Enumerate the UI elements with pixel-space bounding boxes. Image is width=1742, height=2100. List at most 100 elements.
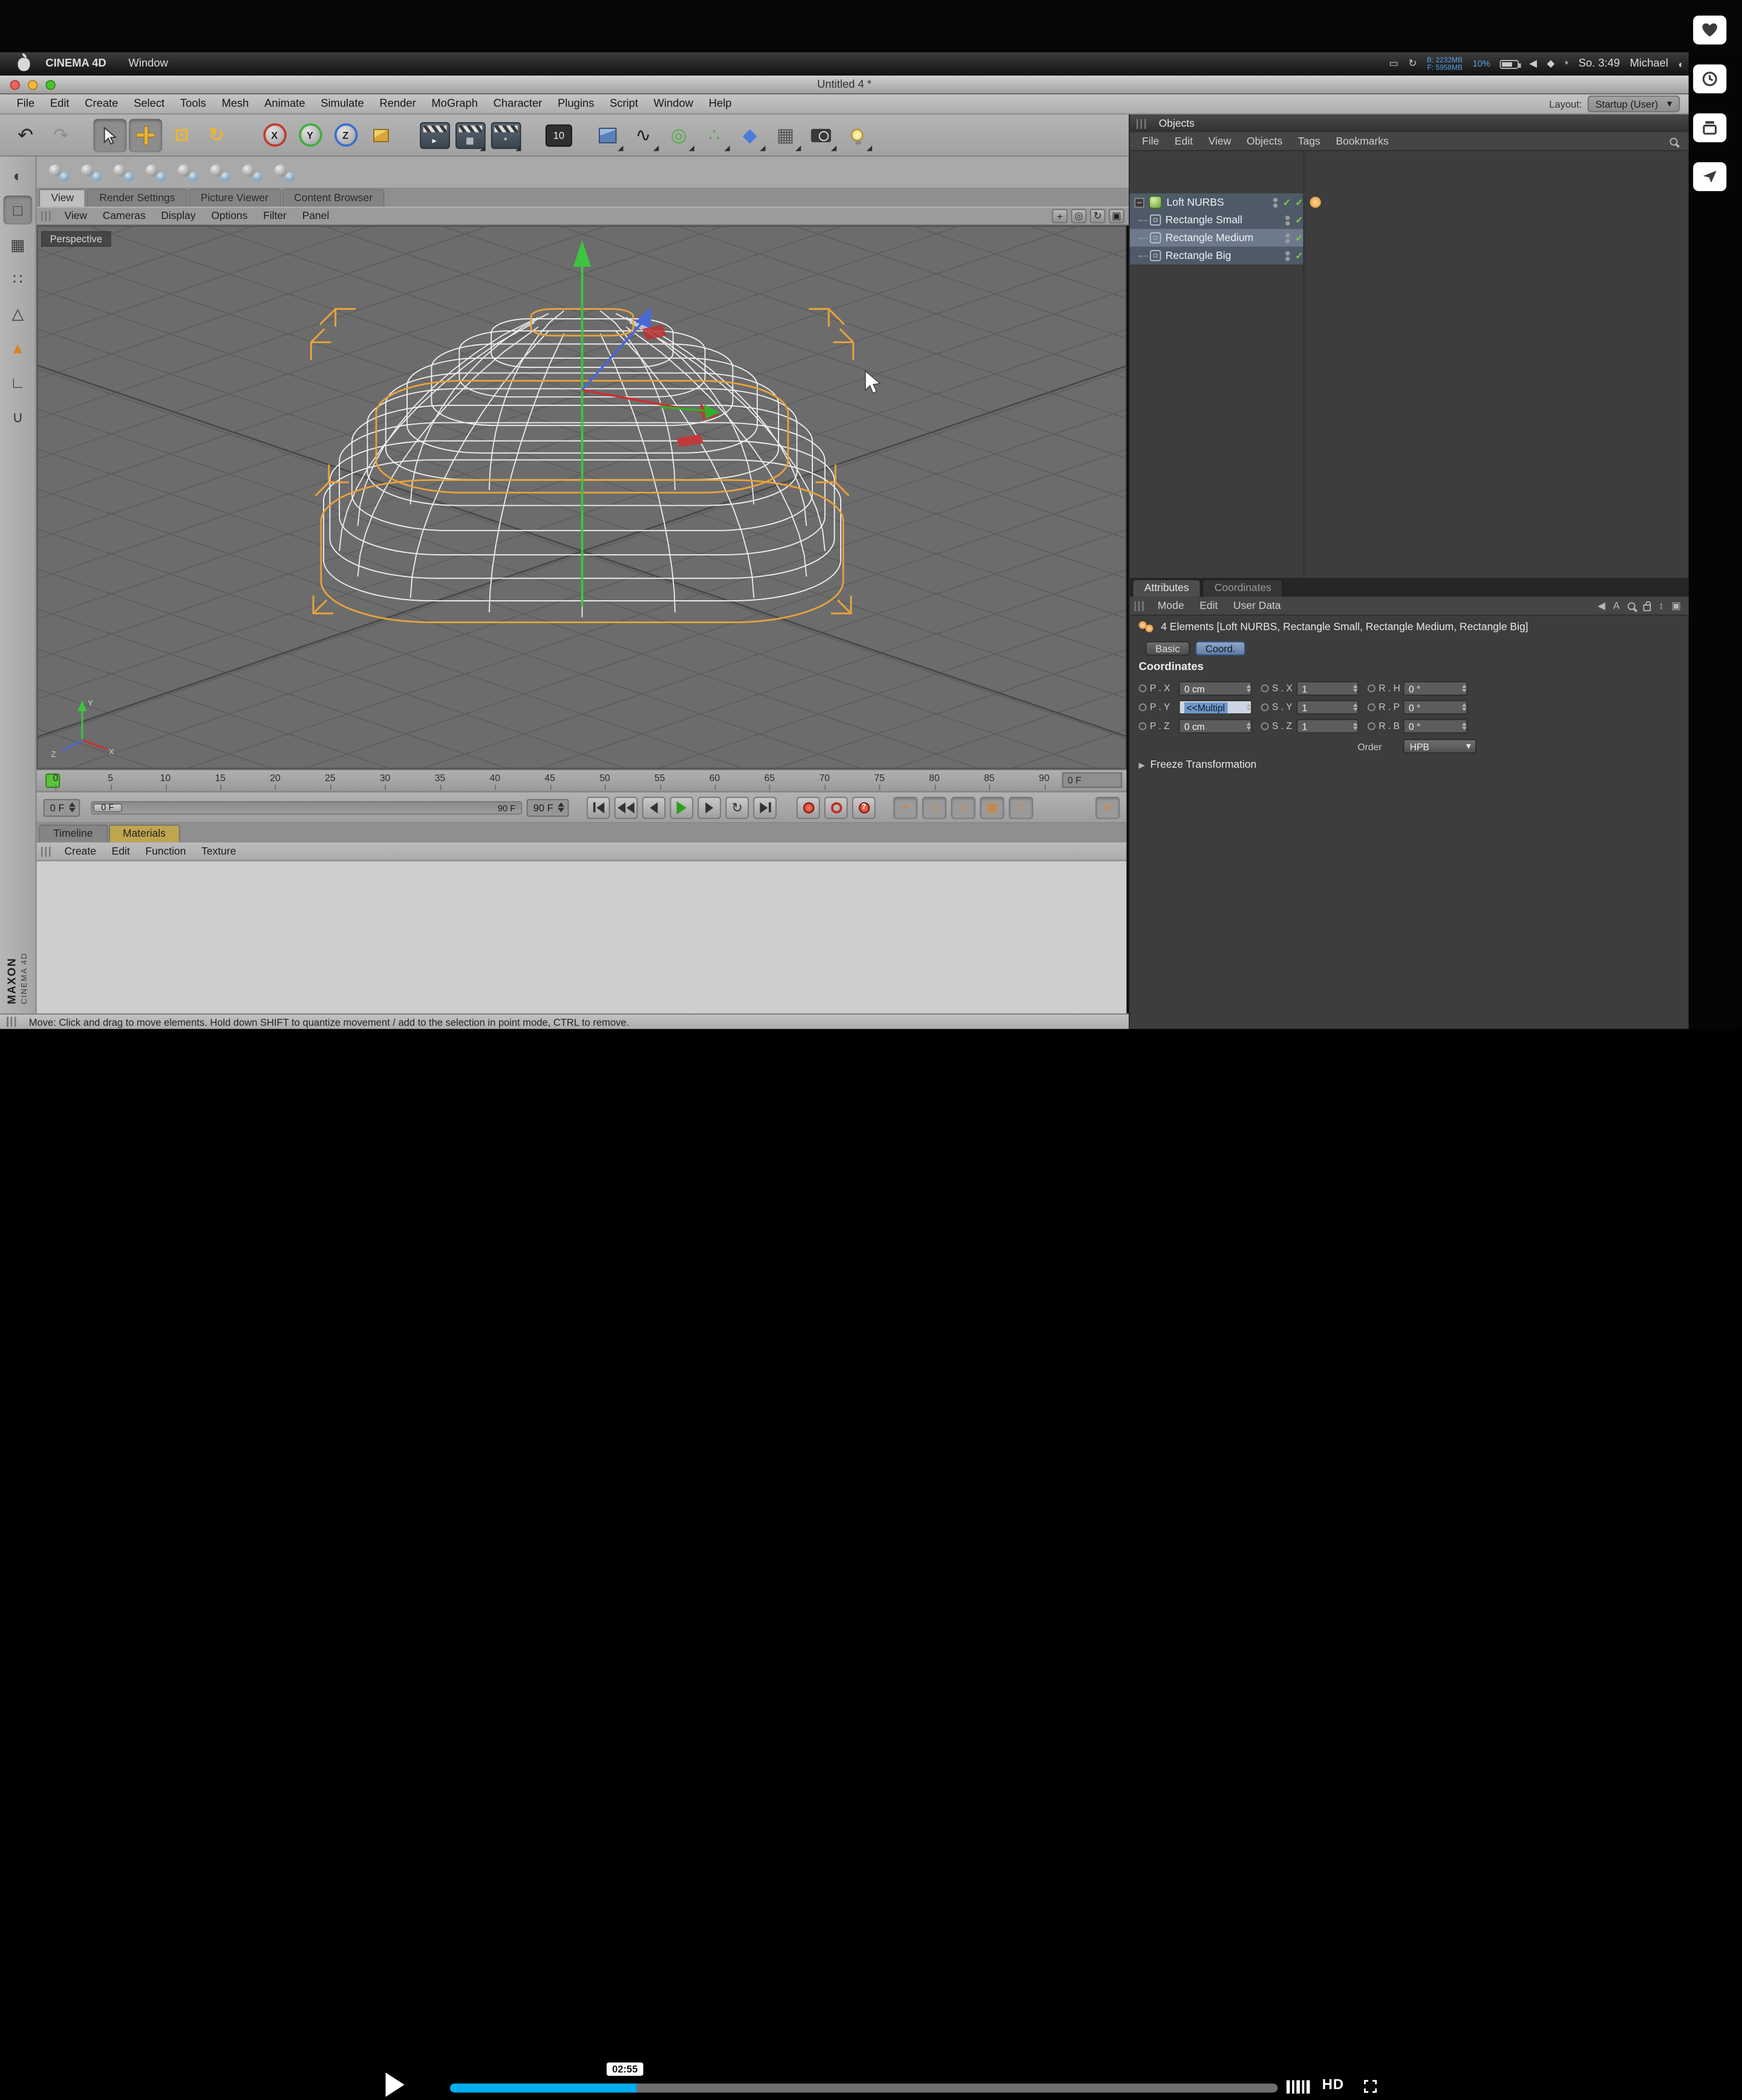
lock-icon[interactable] <box>1643 604 1651 610</box>
modeling-objects-icon[interactable]: ∴ <box>697 119 731 152</box>
enabled-check-icon[interactable]: ✓ <box>1283 196 1291 208</box>
object-name[interactable]: Rectangle Medium <box>1166 232 1254 244</box>
menu-mograph[interactable]: MoGraph <box>424 98 486 110</box>
materials-area[interactable] <box>37 861 1127 1013</box>
sy-field[interactable]: 1 <box>1296 700 1359 715</box>
order-dropdown[interactable]: HPB ▾ <box>1403 739 1476 753</box>
materials-menu-create[interactable]: Create <box>57 845 104 857</box>
menu-mesh[interactable]: Mesh <box>214 98 257 110</box>
play-video-button[interactable] <box>385 2073 404 2097</box>
pla-record-toggle[interactable]: ∷ <box>1009 796 1033 819</box>
menu-window[interactable]: Window <box>646 98 701 110</box>
display-icon[interactable]: ▭ <box>1389 58 1398 70</box>
attributes-menu-edit[interactable]: Edit <box>1192 600 1225 612</box>
rp-field[interactable]: 0 ° <box>1403 700 1468 715</box>
tag-icon[interactable] <box>1310 197 1321 208</box>
menu-help[interactable]: Help <box>701 98 740 110</box>
search-icon[interactable] <box>1628 602 1636 610</box>
objects-menu-file[interactable]: File <box>1134 135 1167 147</box>
object-name[interactable]: Rectangle Big <box>1166 249 1231 261</box>
light-icon[interactable] <box>840 119 873 152</box>
sphere-pair-icon-4[interactable] <box>142 160 169 184</box>
objects-menu-view[interactable]: View <box>1201 135 1239 147</box>
visibility-dots-icon[interactable] <box>1285 215 1290 225</box>
spotlight-icon[interactable]: * <box>1565 58 1568 69</box>
keyframe-selection-button[interactable]: ? <box>852 796 876 819</box>
menu-create[interactable]: Create <box>77 98 126 110</box>
updown-icon[interactable]: ↕ <box>1659 600 1663 611</box>
coordinate-system-icon[interactable] <box>364 119 397 152</box>
rotate-view-icon[interactable]: ↻ <box>1090 209 1106 223</box>
rotate-icon[interactable]: ↻ <box>200 119 233 152</box>
lock-y-icon[interactable]: Y <box>293 119 327 152</box>
render-picture-viewer-button[interactable]: ▦ <box>453 119 486 152</box>
tab-render-settings[interactable]: Render Settings <box>87 189 188 206</box>
lock-z-icon[interactable]: Z <box>329 119 362 152</box>
basic-button[interactable]: Basic <box>1146 641 1190 656</box>
apple-menu-icon[interactable] <box>18 57 30 71</box>
menubar-clock[interactable]: So. 3:49 <box>1579 58 1620 70</box>
search-icon[interactable] <box>1670 137 1678 145</box>
convert-icon[interactable]: ◐ <box>4 161 33 190</box>
sphere-pair-icon-1[interactable] <box>45 160 72 184</box>
deformer-icon[interactable]: ◆ <box>733 119 766 152</box>
menu-render[interactable]: Render <box>372 98 424 110</box>
volume-icon[interactable] <box>1287 2080 1310 2093</box>
grip-icon[interactable] <box>41 846 52 857</box>
environment-icon[interactable]: ▦ <box>769 119 802 152</box>
sphere-pair-icon-6[interactable] <box>207 160 233 184</box>
timeline-options-button[interactable]: ≡ <box>1095 796 1120 819</box>
render-settings-button[interactable]: * <box>489 119 522 152</box>
timeline-ruler[interactable]: 0 F 051015202530354045505560657075808590 <box>37 769 1127 791</box>
sphere-pair-icon-7[interactable] <box>239 160 266 184</box>
freeze-transformation-header[interactable]: ▶ Freeze Transformation <box>1130 759 1256 771</box>
scale-icon[interactable] <box>165 119 198 152</box>
parameter-record-toggle[interactable]: ▦ <box>980 796 1004 819</box>
zoom-view-icon[interactable]: ◎ <box>1071 209 1087 223</box>
px-field[interactable]: 0 cm <box>1179 681 1252 696</box>
coordinate-manager-icon[interactable]: 10 <box>542 119 575 152</box>
menu-plugins[interactable]: Plugins <box>550 98 602 110</box>
record-keyframe-button[interactable] <box>797 796 820 819</box>
end-frame-field[interactable]: 90 F <box>527 799 569 816</box>
loop-button[interactable]: ↻ <box>725 796 749 819</box>
autokeying-button[interactable] <box>824 796 848 819</box>
tree-row-loft-nurbs[interactable]: − Loft NURBS ✓ ✓ <box>1130 194 1303 211</box>
toggle-views-icon[interactable]: ▣ <box>1109 209 1124 223</box>
sz-field[interactable]: 1 <box>1296 719 1359 733</box>
visibility-dots-icon[interactable] <box>1273 197 1277 208</box>
viewport-menu-view[interactable]: View <box>57 210 95 222</box>
tree-row-rectangle-big[interactable]: Rectangle Big ✓ <box>1130 247 1303 264</box>
tree-row-rectangle-small[interactable]: Rectangle Small ✓ <box>1130 211 1303 229</box>
play-button[interactable] <box>670 796 694 819</box>
enabled-check-icon[interactable]: ✓ <box>1295 249 1303 261</box>
volume-icon[interactable]: ◀ <box>1529 58 1537 70</box>
point-mode-icon[interactable]: ∷ <box>4 264 33 293</box>
menu-simulate[interactable]: Simulate <box>313 98 371 110</box>
share-button[interactable] <box>1693 162 1726 191</box>
goto-start-button[interactable] <box>587 796 610 819</box>
materials-menu-texture[interactable]: Texture <box>194 845 244 857</box>
camera-icon[interactable] <box>804 119 838 152</box>
spline-pen-icon[interactable]: ∿ <box>627 119 660 152</box>
sphere-pair-icon-2[interactable] <box>78 160 105 184</box>
collections-button[interactable] <box>1693 113 1726 142</box>
coordinates-section-header[interactable]: Coordinates <box>1130 661 1204 673</box>
sphere-pair-icon-5[interactable] <box>174 160 201 184</box>
menu-file[interactable]: File <box>9 98 42 110</box>
menu-edit[interactable]: Edit <box>42 98 77 110</box>
objects-panel-header[interactable]: Objects <box>1130 114 1689 132</box>
texture-mode-icon[interactable]: ▦ <box>4 230 33 259</box>
edge-mode-icon[interactable]: △ <box>4 299 33 328</box>
menu-animate[interactable]: Animate <box>256 98 313 110</box>
model-mode-icon[interactable]: □ <box>4 195 33 224</box>
sx-field[interactable]: 1 <box>1296 681 1359 696</box>
undo-button[interactable]: ↶ <box>9 119 42 152</box>
redo-button[interactable]: ↷ <box>44 119 77 152</box>
visibility-dots-icon[interactable] <box>1285 250 1290 261</box>
back-arrow-icon[interactable]: ◀ <box>1597 600 1605 612</box>
pan-view-icon[interactable]: + <box>1052 209 1068 223</box>
viewport-menu-display[interactable]: Display <box>153 210 203 222</box>
tab-view[interactable]: View <box>39 189 86 206</box>
viewport-menu-filter[interactable]: Filter <box>255 210 295 222</box>
